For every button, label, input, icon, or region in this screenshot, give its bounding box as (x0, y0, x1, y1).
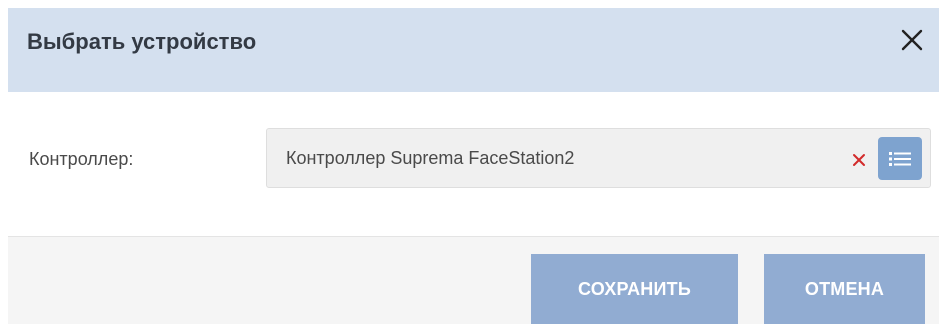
close-button[interactable] (899, 27, 925, 53)
select-device-dialog: Выбрать устройство Контроллер: Контролле… (0, 0, 939, 324)
controller-select-value: Контроллер Suprema FaceStation2 (286, 148, 575, 168)
controller-select[interactable]: Контроллер Suprema FaceStation2 (266, 128, 931, 188)
close-icon (901, 29, 923, 51)
save-button[interactable]: СОХРАНИТЬ (531, 254, 738, 324)
open-list-button[interactable] (878, 137, 922, 180)
clear-button[interactable] (852, 153, 866, 167)
dialog-body: Контроллер: Контроллер Suprema FaceStati… (8, 92, 939, 236)
clear-icon (853, 154, 865, 166)
cancel-button[interactable]: ОТМЕНА (764, 254, 925, 324)
list-icon (889, 151, 911, 166)
dialog-header: Выбрать устройство (8, 8, 939, 92)
dialog-title: Выбрать устройство (27, 29, 257, 54)
dialog-footer: СОХРАНИТЬ ОТМЕНА (8, 237, 939, 324)
controller-label: Контроллер: (29, 149, 134, 169)
